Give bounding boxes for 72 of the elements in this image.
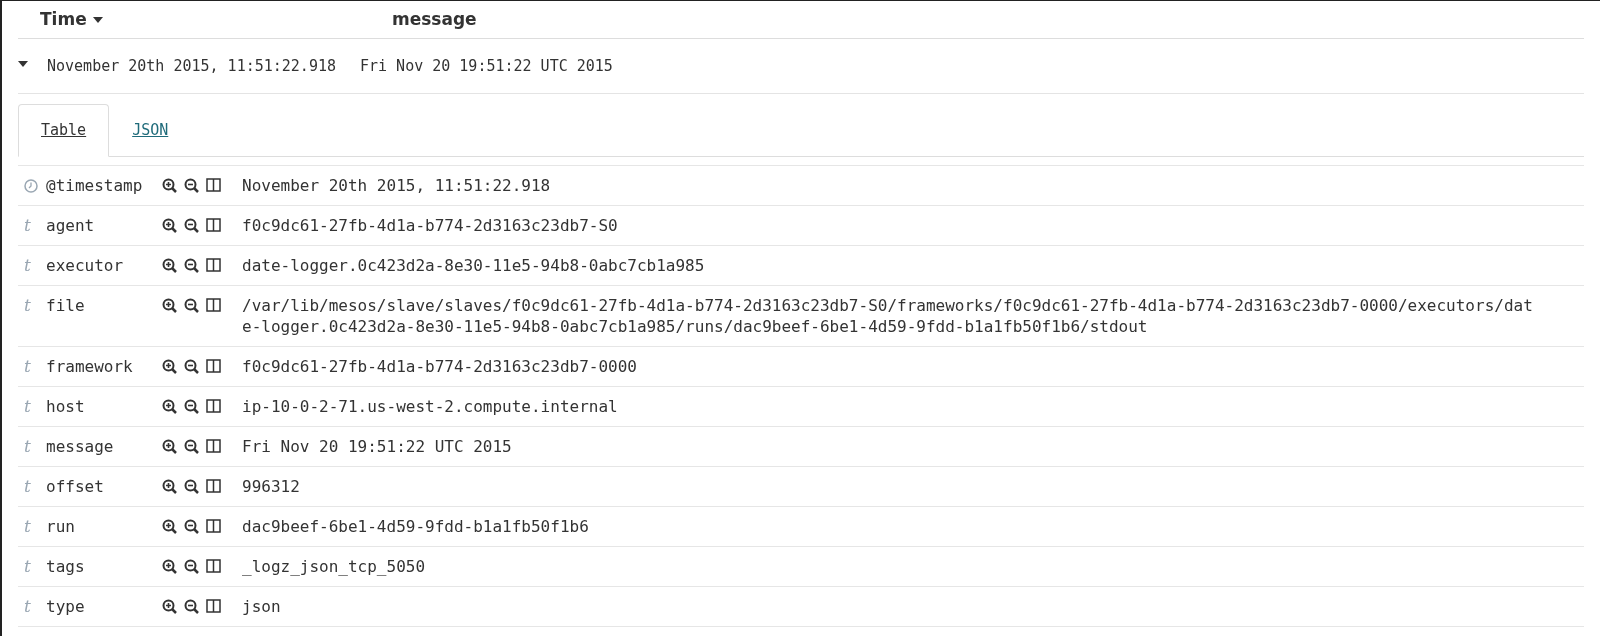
column-icon[interactable]	[206, 439, 221, 454]
zoom-in-icon[interactable]	[162, 519, 177, 534]
zoom-in-icon[interactable]	[162, 218, 177, 233]
field-value: dac9beef-6be1-4d59-9fdd-b1a1fb50f1b6	[242, 516, 590, 537]
column-icon[interactable]	[206, 599, 221, 614]
string-type-icon: t	[24, 558, 31, 575]
zoom-in-icon[interactable]	[162, 258, 177, 273]
zoom-out-icon[interactable]	[184, 359, 199, 374]
zoom-in-icon[interactable]	[162, 359, 177, 374]
zoom-out-icon[interactable]	[184, 559, 199, 574]
zoom-out-icon[interactable]	[184, 258, 199, 273]
field-value: November 20th 2015, 11:51:22.918	[242, 175, 552, 196]
string-type-icon: t	[24, 257, 31, 274]
field-name: framework	[46, 356, 134, 377]
string-type-icon: t	[24, 518, 31, 535]
field-value: /var/lib/mesos/slave/slaves/f0c9dc61-27fb-4d1a-b774-2d3163c23db7-S0/frameworks/f0c9dc61-27fb-4d1a-b774-2d3163c23db7-0000/executors/date-logger.0c423d2a-8e30-11e5-94b8-0abc7cb1a985/runs/dac9beef-6be1-4d59-9fdd-b1a1fb50f1b6/stdout	[242, 295, 1533, 337]
zoom-in-icon[interactable]	[162, 298, 177, 313]
zoom-in-icon[interactable]	[162, 439, 177, 454]
zoom-in-icon[interactable]	[162, 599, 177, 614]
field-value: 996312	[242, 476, 301, 497]
column-icon[interactable]	[206, 519, 221, 534]
field-name: message	[46, 436, 115, 457]
message-cell-text: Fri Nov 20 19:51:22 UTC 2015	[360, 55, 613, 77]
column-icon[interactable]	[206, 399, 221, 414]
zoom-in-icon[interactable]	[162, 479, 177, 494]
string-type-icon: t	[24, 438, 31, 455]
field-value: ip-10-0-2-71.us-west-2.compute.internal	[242, 396, 619, 417]
column-icon[interactable]	[206, 178, 221, 193]
clock-icon	[24, 178, 38, 193]
string-type-icon: t	[24, 398, 31, 415]
column-icon[interactable]	[206, 298, 221, 313]
zoom-out-icon[interactable]	[184, 519, 199, 534]
zoom-out-icon[interactable]	[184, 218, 199, 233]
zoom-in-icon[interactable]	[162, 559, 177, 574]
column-header[interactable]: Time	[40, 6, 87, 33]
zoom-in-icon[interactable]	[162, 178, 177, 193]
tab[interactable]: JSON	[109, 104, 192, 157]
column-icon[interactable]	[206, 359, 221, 374]
field-value: Fri Nov 20 19:51:22 UTC 2015	[242, 436, 513, 457]
field-value: date-logger.0c423d2a-8e30-11e5-94b8-0abc7cb1a985	[242, 255, 706, 276]
time-cell-text: November 20th 2015, 11:51:22.918	[47, 55, 336, 77]
column-header[interactable]: message	[392, 6, 477, 33]
zoom-out-icon[interactable]	[184, 479, 199, 494]
column-icon[interactable]	[206, 479, 221, 494]
zoom-out-icon[interactable]	[184, 399, 199, 414]
string-type-icon: t	[24, 358, 31, 375]
column-icon[interactable]	[206, 218, 221, 233]
zoom-out-icon[interactable]	[184, 178, 199, 193]
tab[interactable]: Table	[18, 104, 110, 157]
string-type-icon: t	[24, 478, 31, 495]
field-name: agent	[46, 215, 96, 236]
zoom-out-icon[interactable]	[184, 599, 199, 614]
field-name: offset	[46, 476, 105, 497]
column-icon[interactable]	[206, 258, 221, 273]
string-type-icon: t	[24, 598, 31, 615]
zoom-in-icon[interactable]	[162, 399, 177, 414]
field-name: @timestamp	[46, 175, 144, 196]
zoom-out-icon[interactable]	[184, 439, 199, 454]
field-value: f0c9dc61-27fb-4d1a-b774-2d3163c23db7-S0	[242, 215, 619, 236]
field-name: host	[46, 396, 86, 417]
zoom-out-icon[interactable]	[184, 298, 199, 313]
field-name: tags	[46, 556, 86, 577]
field-name: run	[46, 516, 76, 537]
field-value: _logz_json_tcp_5050	[242, 556, 427, 577]
field-name: executor	[46, 255, 125, 276]
column-icon[interactable]	[206, 559, 221, 574]
string-type-icon: t	[24, 217, 31, 234]
field-name: file	[46, 295, 86, 316]
field-name: type	[46, 596, 86, 617]
field-value: json	[242, 596, 282, 617]
string-type-icon: t	[24, 297, 31, 314]
field-value: f0c9dc61-27fb-4d1a-b774-2d3163c23db7-0000	[242, 356, 638, 377]
